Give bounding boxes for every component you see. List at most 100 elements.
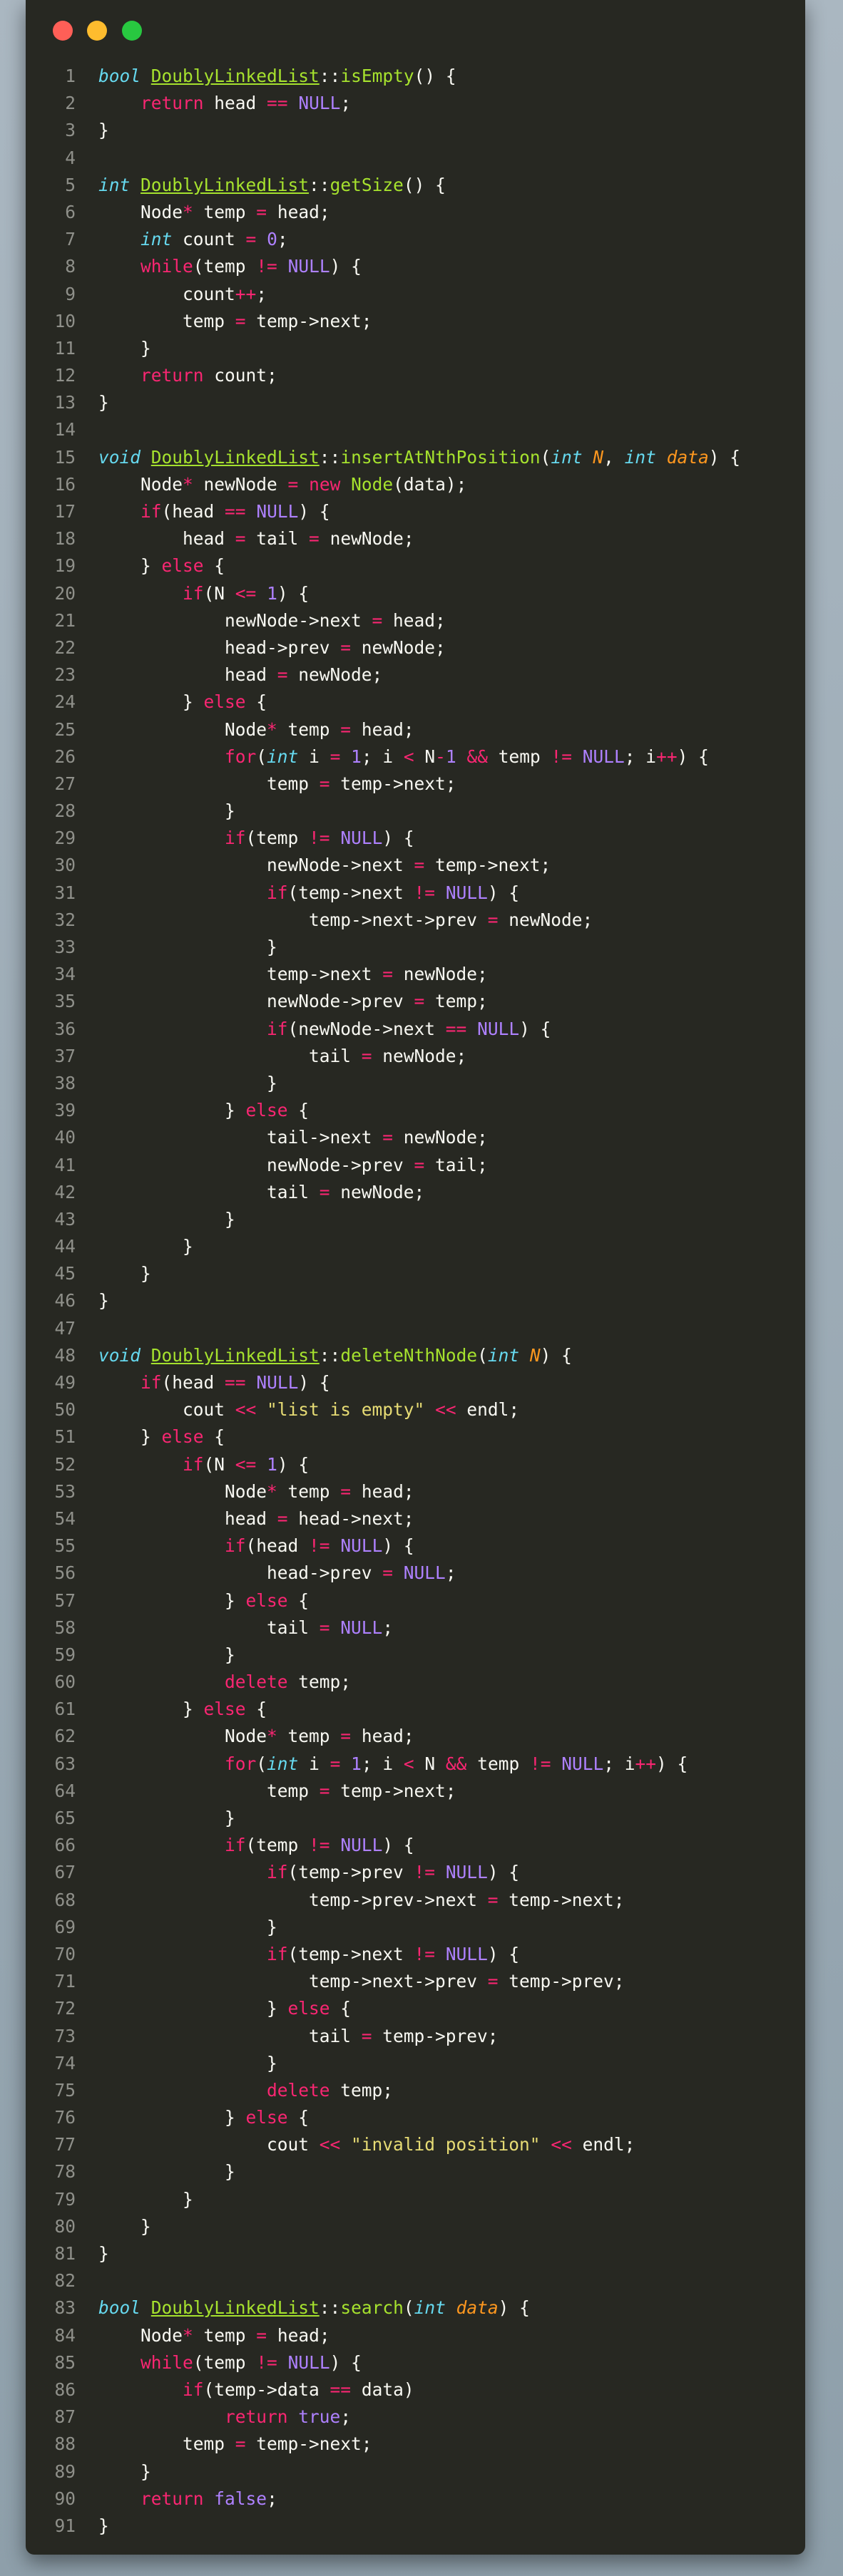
line-number: 60 <box>54 1671 76 1693</box>
line-number: 15 <box>54 446 76 468</box>
code-line: 75 delete temp; <box>26 2077 805 2104</box>
line-number: 30 <box>54 855 76 876</box>
code-text: if(temp->prev != NULL) { <box>267 1862 520 1883</box>
line-number: 52 <box>54 1453 76 1475</box>
code-line: 76 } else { <box>26 2104 805 2131</box>
line-number: 56 <box>54 1562 76 1584</box>
code-text: newNode->next = head; <box>98 609 446 631</box>
code-text: tail->next = newNode; <box>98 1127 488 1148</box>
code-text: if(head == NULL) { <box>140 1372 330 1393</box>
code-text: } <box>98 1208 235 1230</box>
line-number: 14 <box>54 419 76 441</box>
code-text: newNode->prev = temp; <box>98 991 488 1012</box>
code-text: head = newNode; <box>98 664 383 686</box>
line-number: 91 <box>54 2515 76 2536</box>
code-text: } <box>98 800 235 822</box>
line-number: 50 <box>54 1399 76 1421</box>
code-text: if(newNode->next == NULL) { <box>267 1018 551 1039</box>
code-text: } else { <box>98 1699 267 1720</box>
code-text: Node* temp = head; <box>98 718 414 740</box>
line-number: 81 <box>54 2243 76 2264</box>
line-number: 53 <box>54 1480 76 1502</box>
line-number: 10 <box>54 310 76 331</box>
code-text: } <box>98 2188 193 2210</box>
code-text: newNode->prev = tail; <box>98 1154 488 1175</box>
line-number: 73 <box>54 2025 76 2046</box>
line-number: 89 <box>54 2461 76 2482</box>
line-number: 25 <box>54 718 76 740</box>
code-line: 57 } else { <box>26 1587 805 1614</box>
code-line: 74 } <box>26 2050 805 2077</box>
close-button[interactable] <box>53 21 73 41</box>
code-line: 12 return count; <box>26 362 805 389</box>
code-text: count++; <box>98 283 267 304</box>
code-text: bool DoublyLinkedList::isEmpty() { <box>98 66 456 86</box>
code-text: while(temp != NULL) { <box>140 2351 362 2373</box>
code-line: 38 } <box>26 1070 805 1097</box>
line-number: 71 <box>54 1971 76 1992</box>
code-text: int DoublyLinkedList::getSize() { <box>98 174 446 195</box>
code-line: 88 temp = temp->next; <box>26 2431 805 2458</box>
code-text: head = head->next; <box>98 1508 414 1529</box>
code-text: tail = newNode; <box>98 1045 467 1066</box>
code-line: 42 tail = newNode; <box>26 1179 805 1206</box>
code-line: 55 if(head != NULL) { <box>26 1532 805 1560</box>
code-line: 8 while(temp != NULL) { <box>26 253 805 280</box>
code-text: } <box>98 1072 277 1093</box>
line-number: 78 <box>54 2161 76 2183</box>
code-line: 59 } <box>26 1642 805 1669</box>
line-number: 79 <box>54 2188 76 2210</box>
code-line: 73 tail = temp->prev; <box>26 2023 805 2050</box>
line-number: 8 <box>65 256 76 277</box>
code-text: } <box>98 2215 151 2237</box>
line-number: 66 <box>54 1835 76 1856</box>
line-number: 62 <box>54 1726 76 1747</box>
code-text: } else { <box>98 1100 310 1121</box>
maximize-button[interactable] <box>122 21 142 41</box>
line-number: 7 <box>65 229 76 250</box>
code-line: 14 <box>26 416 805 443</box>
code-text: delete temp; <box>225 1671 352 1693</box>
code-text: return false; <box>140 2488 277 2509</box>
line-number: 63 <box>54 1753 76 1774</box>
minimize-button[interactable] <box>87 21 107 41</box>
code-line: 21 newNode->next = head; <box>26 607 805 634</box>
code-text: if(N <= 1) { <box>183 582 310 604</box>
line-number: 2 <box>65 93 76 114</box>
line-number: 75 <box>54 2079 76 2101</box>
code-line: 34 temp->next = newNode; <box>26 961 805 988</box>
code-text: } <box>98 2461 151 2482</box>
code-line: 81} <box>26 2240 805 2267</box>
code-line: 23 head = newNode; <box>26 661 805 689</box>
code-line: 66 if(temp != NULL) { <box>26 1832 805 1859</box>
code-line: 69 } <box>26 1914 805 1941</box>
line-number: 43 <box>54 1208 76 1230</box>
code-line: 31 if(temp->next != NULL) { <box>26 880 805 907</box>
code-line: 10 temp = temp->next; <box>26 308 805 335</box>
line-number: 51 <box>54 1426 76 1448</box>
code-line: 78 } <box>26 2158 805 2185</box>
line-number: 49 <box>54 1372 76 1393</box>
line-number: 84 <box>54 2324 76 2346</box>
code-line: 26 for(int i = 1; i < N-1 && temp != NUL… <box>26 743 805 771</box>
line-number: 19 <box>54 555 76 577</box>
code-text: temp->next = newNode; <box>98 964 488 985</box>
line-number: 64 <box>54 1780 76 1801</box>
code-text: head = tail = newNode; <box>98 528 414 550</box>
code-line: 15 void DoublyLinkedList::insertAtNthPosi… <box>26 444 805 471</box>
code-line: 28 } <box>26 798 805 825</box>
code-line: 6 Node* temp = head; <box>26 199 805 226</box>
line-number: 36 <box>54 1018 76 1039</box>
code-editor[interactable]: 1 bool DoublyLinkedList::isEmpty() {2 ret… <box>26 63 805 2540</box>
line-number: 40 <box>54 1127 76 1148</box>
code-text: } else { <box>98 1426 225 1448</box>
line-number: 29 <box>54 828 76 849</box>
line-number: 3 <box>65 120 76 141</box>
line-number: 45 <box>54 1263 76 1284</box>
line-number: 31 <box>54 882 76 903</box>
code-text: } <box>98 1916 277 1937</box>
line-number: 28 <box>54 800 76 822</box>
code-line: 60 delete temp; <box>26 1669 805 1696</box>
line-number: 74 <box>54 2052 76 2073</box>
code-line: 41 newNode->prev = tail; <box>26 1152 805 1179</box>
